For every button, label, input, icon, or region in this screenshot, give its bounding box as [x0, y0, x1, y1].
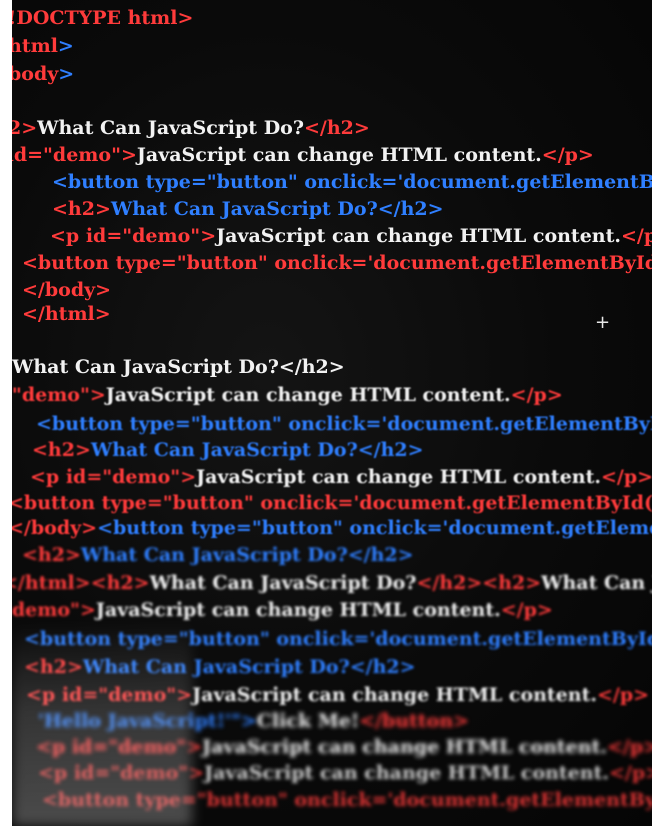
- code-token: </p>: [597, 684, 650, 706]
- code-line: 2>What Can JavaScript Do?</h2>: [12, 116, 370, 140]
- code-line: <h2>What Can JavaScript Do?</h2>: [32, 438, 424, 462]
- code-token: </h2>: [304, 117, 370, 139]
- code-line: "demo">JavaScript can change HTML conten…: [12, 598, 553, 622]
- code-line: !DOCTYPE html>: [12, 6, 193, 30]
- code-token: html: [12, 35, 58, 57]
- code-token: What Can JavaScript Do?<: [541, 572, 652, 594]
- code-token: 2>: [12, 117, 38, 139]
- code-line: <p id="demo">JavaScript can change HTML …: [30, 465, 652, 489]
- code-token: </p>: [621, 225, 652, 247]
- code-token: <button type="button" onclick='document.…: [97, 517, 652, 539]
- code-token: <p id="demo">: [50, 225, 217, 247]
- code-token: id="demo">: [12, 144, 137, 166]
- code-token: What Can JavaScript Do?: [149, 572, 417, 594]
- code-token: </button>: [359, 710, 470, 732]
- code-token: <h2>: [482, 572, 542, 594]
- code-token: </html>: [12, 572, 91, 594]
- code-token: What Can JavaScript Do?</h2>: [12, 356, 345, 378]
- code-token: "demo">: [12, 599, 96, 621]
- code-token: <button type="button" onclick='document.…: [52, 171, 652, 193]
- crosshair-cursor-icon: +: [595, 312, 611, 333]
- code-token: </body>: [22, 279, 112, 301]
- screen-glare: [12, 620, 192, 826]
- code-token: </p>: [510, 384, 563, 406]
- code-line: <h2>What Can JavaScript Do?</h2>: [52, 197, 444, 221]
- code-token: </h2>: [416, 572, 483, 594]
- code-token: </p>: [609, 762, 652, 784]
- code-token: JavaScript can change HTML content.: [136, 144, 542, 166]
- code-token: What Can JavaScript Do?</h2>: [90, 439, 424, 461]
- code-token: JavaScript can change HTML content.: [202, 736, 607, 758]
- code-line: What Can JavaScript Do?</h2>: [12, 355, 345, 379]
- code-token: JavaScript can change HTML content.: [216, 225, 621, 247]
- code-token: </html>: [22, 303, 111, 325]
- code-token: </p>: [541, 144, 594, 166]
- code-token: What Can JavaScript Do?</h2>: [80, 544, 414, 566]
- code-token: JavaScript can change HTML content.: [196, 466, 601, 488]
- code-token: <p id="demo">: [30, 466, 197, 488]
- code-token: Click Me!: [256, 710, 360, 732]
- code-line: <h2>What Can JavaScript Do?</h2>: [22, 543, 414, 567]
- code-token: What Can JavaScript Do?: [37, 117, 304, 139]
- code-token: </p>: [601, 466, 652, 488]
- code-token: <button type="button" onclick='document.…: [12, 492, 652, 514]
- code-token: >: [57, 35, 74, 57]
- code-token: JavaScript can change HTML content.: [204, 762, 609, 784]
- code-token: JavaScript can change HTML content.: [192, 684, 597, 706]
- code-token: <h2>: [52, 198, 111, 220]
- code-line: html>: [12, 34, 74, 58]
- code-token: !DOCTYPE html>: [12, 7, 194, 29]
- code-token: <h2>: [32, 439, 91, 461]
- code-line: </html><h2>What Can JavaScript Do?</h2><…: [12, 571, 652, 595]
- code-token: <button type="button" onclick='document.…: [36, 413, 652, 435]
- code-token: <button type="button" onclick='document.…: [22, 252, 652, 274]
- code-token: </body>: [12, 517, 98, 539]
- code-line: <button type="button" onclick='document.…: [22, 251, 652, 275]
- code-line: body>: [12, 62, 74, 86]
- code-screen-photo: !DOCTYPE html> html> body> 2>What Can Ja…: [12, 0, 652, 826]
- code-line: <button type="button" onclick='document.…: [12, 491, 652, 515]
- code-line: <button type="button" onclick='document.…: [36, 412, 652, 436]
- code-token: </p>: [500, 599, 553, 621]
- code-token: <h2>: [22, 544, 81, 566]
- code-token: What Can JavaScript Do?</h2>: [110, 198, 444, 220]
- code-line: <p id="demo">JavaScript can change HTML …: [50, 224, 652, 248]
- code-line: ="demo">JavaScript can change HTML conte…: [12, 383, 563, 407]
- code-line: </body><button type="button" onclick='do…: [12, 516, 652, 540]
- code-token: <h2>: [90, 572, 150, 594]
- code-line: <button type="button" onclick='document.…: [52, 170, 652, 194]
- code-token: ="demo">: [12, 384, 106, 406]
- code-line: </body>: [22, 278, 111, 302]
- code-token: JavaScript can change HTML content.: [95, 599, 501, 621]
- code-line: id="demo">JavaScript can change HTML con…: [12, 143, 594, 167]
- code-token: >: [58, 63, 75, 85]
- code-token: body: [12, 63, 59, 85]
- code-token: JavaScript can change HTML content.: [105, 384, 511, 406]
- code-line: </html>: [22, 302, 111, 326]
- code-token: </p>: [607, 736, 652, 758]
